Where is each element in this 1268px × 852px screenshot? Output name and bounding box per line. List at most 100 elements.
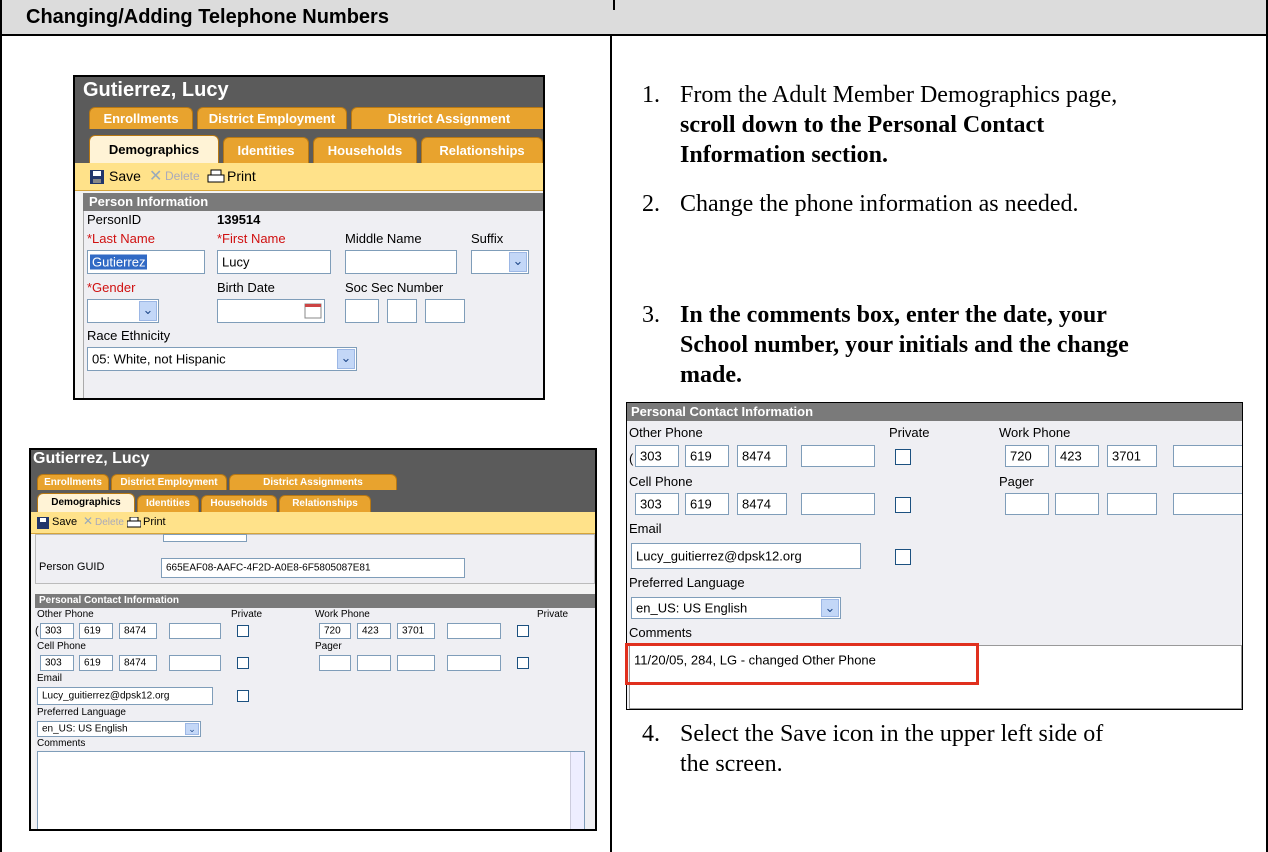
comments-textarea[interactable] [37,751,585,829]
step-1-line: scroll down to the Personal Contact [680,112,1045,138]
cell-phone-prefix[interactable]: 619 [79,655,113,671]
other-phone-area[interactable]: 303 [40,623,74,639]
work-phone-line[interactable]: 3701 [1107,445,1157,467]
language-select[interactable]: en_US: US English ⌄ [37,721,201,737]
first-name-field[interactable]: Lucy [217,250,331,274]
other-phone-line[interactable]: 8474 [119,623,157,639]
ssn-field-3[interactable] [425,299,465,323]
last-name-label: *Last Name [87,231,155,246]
other-phone-line-value: 8474 [124,625,147,637]
suffix-select[interactable]: ⌄ [471,250,529,274]
comments-label: Comments [37,738,86,749]
pager-ext[interactable] [1173,493,1242,515]
pager-private-checkbox[interactable] [517,657,529,669]
tab-relationships[interactable]: Relationships [421,137,543,163]
work-phone-area-value: 720 [324,625,341,637]
scrollbar[interactable] [570,752,584,829]
person-id-value: 139514 [217,212,261,227]
email-field[interactable]: Lucy_guitierrez@dpsk12.org [37,687,213,705]
pager-line[interactable] [397,655,435,671]
pager-area[interactable] [1005,493,1049,515]
work-phone-line[interactable]: 3701 [397,623,435,639]
private-label: Private [889,425,930,440]
language-label: Preferred Language [37,707,126,718]
other-phone-prefix[interactable]: 619 [79,623,113,639]
work-phone-prefix-value: 423 [362,625,379,637]
guid-value: 665EAF08-AAFC-4F2D-A0E8-6F5805087E81 [166,562,371,574]
tab-households[interactable]: Households [201,495,277,512]
cell-phone-ext[interactable] [801,493,875,515]
save-label: Save [109,168,141,184]
step-2-line: Change the phone information as needed. [680,191,1079,217]
work-phone-prefix[interactable]: 423 [1055,445,1099,467]
email-field[interactable]: Lucy_guitierrez@dpsk12.org [631,543,861,569]
tab-district-employment[interactable]: District Employment [197,107,347,129]
language-value: en_US: US English [636,600,748,616]
cell-phone-area[interactable]: 303 [40,655,74,671]
race-label: Race Ethnicity [87,328,171,343]
print-label: Print [143,516,166,528]
tab-district-assignments[interactable]: District Assignments [229,474,397,490]
work-phone-ext[interactable] [447,623,501,639]
work-phone-area[interactable]: 720 [319,623,351,639]
tab-enrollments[interactable]: Enrollments [89,107,193,129]
calendar-icon[interactable] [304,303,322,319]
cell-phone-private-checkbox[interactable] [895,497,911,513]
tab-enrollments[interactable]: Enrollments [37,474,109,490]
other-phone-ext[interactable] [169,623,221,639]
other-phone-ext[interactable] [801,445,875,467]
work-phone-prefix[interactable]: 423 [357,623,391,639]
work-phone-ext[interactable] [1173,445,1242,467]
cell-phone-area[interactable]: 303 [635,493,679,515]
last-name-field[interactable]: Gutierrez [87,250,205,274]
email-private-checkbox[interactable] [237,690,249,702]
cell-phone-line[interactable]: 8474 [119,655,157,671]
step-3-line: In the comments box, enter the date, you… [680,302,1107,328]
tab-identities[interactable]: Identities [137,495,199,512]
ssn-field-2[interactable] [387,299,417,323]
tab-households[interactable]: Households [313,137,417,163]
printer-icon [207,169,225,183]
printer-icon [127,517,141,528]
cell-phone-private-checkbox[interactable] [237,657,249,669]
tab-district-assignment[interactable]: District Assignment [351,107,543,129]
previous-field[interactable] [163,534,247,542]
ssn-field-1[interactable] [345,299,379,323]
middle-name-field[interactable] [345,250,457,274]
other-phone-area[interactable]: 303 [635,445,679,467]
pager-ext[interactable] [447,655,501,671]
language-select[interactable]: en_US: US English ⌄ [631,597,841,619]
other-phone-area-value: 303 [640,448,662,464]
other-phone-private-checkbox[interactable] [237,625,249,637]
other-phone-private-checkbox[interactable] [895,449,911,465]
tab-demographics[interactable]: Demographics [89,135,219,163]
work-phone-private-checkbox[interactable] [517,625,529,637]
birth-date-field[interactable] [217,299,325,323]
pager-area[interactable] [319,655,351,671]
step-3-line: made. [680,362,742,388]
gender-select[interactable]: ⌄ [87,299,159,323]
cell-phone-ext[interactable] [169,655,221,671]
tab-demographics[interactable]: Demographics [37,493,135,512]
step-4-line: Select the Save icon in the upper left s… [680,721,1104,747]
pager-prefix[interactable] [1055,493,1099,515]
other-phone-area-value: 303 [45,625,62,637]
tab-identities[interactable]: Identities [223,137,309,163]
work-phone-area[interactable]: 720 [1005,445,1049,467]
other-phone-line[interactable]: 8474 [737,445,787,467]
print-label: Print [227,168,256,184]
language-label: Preferred Language [629,575,745,590]
race-select[interactable]: 05: White, not Hispanic ⌄ [87,347,357,371]
pager-prefix[interactable] [357,655,391,671]
work-phone-prefix-value: 423 [1060,448,1082,464]
other-phone-prefix[interactable]: 619 [685,445,729,467]
step-3-line: School number, your initials and the cha… [680,332,1129,358]
tab-district-employment[interactable]: District Employment [111,474,227,490]
guid-field[interactable]: 665EAF08-AAFC-4F2D-A0E8-6F5805087E81 [161,558,465,578]
step-1: 1. From the Adult Member Demographics pa… [642,80,1262,176]
pager-line[interactable] [1107,493,1157,515]
email-private-checkbox[interactable] [895,549,911,565]
tab-relationships[interactable]: Relationships [279,495,371,512]
cell-phone-line[interactable]: 8474 [737,493,787,515]
cell-phone-prefix[interactable]: 619 [685,493,729,515]
